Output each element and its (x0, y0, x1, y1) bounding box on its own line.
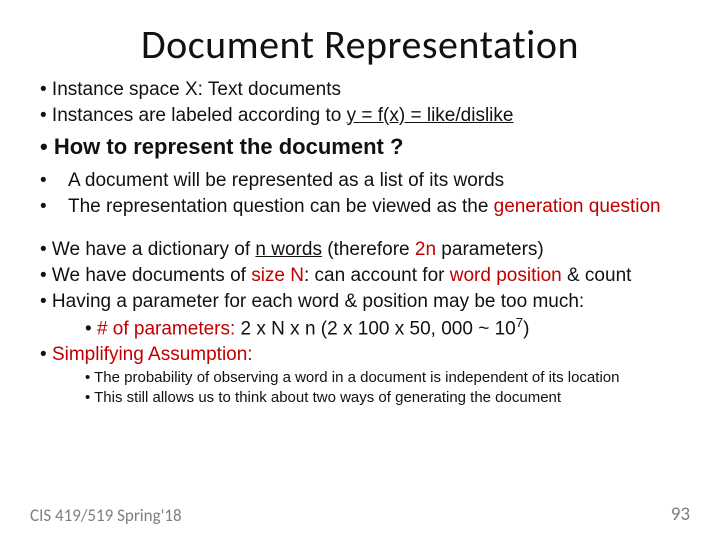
text: 2 x N x n (2 x 100 x 50, 000 ~ 10 (235, 319, 515, 340)
bullet-group-2: • A document will be represented as a li… (30, 168, 690, 219)
text: • (40, 344, 52, 365)
bullet-documents-size: • We have documents of size N: can accou… (40, 263, 690, 289)
text-red: word position (450, 265, 562, 286)
bullet-dot: • (40, 168, 68, 194)
bullet-simplifying: • Simplifying Assumption: (40, 342, 690, 368)
row: • A document will be represented as a li… (30, 168, 690, 194)
bullet-two-ways: • This still allows us to think about tw… (85, 388, 690, 408)
text: • Instances are labeled according to (40, 105, 347, 126)
text-red: Simplifying Assumption: (52, 344, 253, 365)
text-underline: y = f(x) = like/dislike (347, 105, 514, 126)
bullet-dot: • (40, 194, 68, 220)
bullet-list-of-words: A document will be represented as a list… (68, 168, 504, 194)
text: & count (562, 265, 632, 286)
text: ) (523, 319, 529, 340)
text: (therefore (322, 239, 415, 260)
bullet-num-params: • # of parameters: 2 x N x n (2 x 100 x … (85, 314, 690, 342)
bullet-instance-space: • Instance space X: Text documents (40, 77, 690, 103)
bullet-too-much: • Having a parameter for each word & pos… (40, 289, 690, 315)
text: • We have a dictionary of (40, 239, 255, 260)
bullet-dictionary: • We have a dictionary of n words (there… (40, 237, 690, 263)
bullet-independent: • The probability of observing a word in… (85, 368, 690, 388)
text: : can account for (304, 265, 450, 286)
text: • (85, 319, 97, 340)
bullet-generation: The representation question can be viewe… (68, 194, 661, 220)
text: The representation question can be viewe… (68, 196, 494, 217)
slide: Document Representation • Instance space… (0, 0, 720, 540)
row: • The representation question can be vie… (30, 194, 690, 220)
text: • We have documents of (40, 265, 251, 286)
footer-course: CIS 419/519 Spring'18 (30, 505, 182, 526)
text: parameters) (436, 239, 544, 260)
sup: 7 (516, 315, 523, 330)
text-red: generation question (494, 196, 661, 217)
text-underline: n words (255, 239, 322, 260)
bullet-labeling: • Instances are labeled according to y =… (40, 103, 690, 129)
text-red: size N (251, 265, 304, 286)
slide-title: Document Representation (30, 20, 690, 69)
text-red: 2n (415, 239, 436, 260)
bullet-group-1: • Instance space X: Text documents • Ins… (30, 77, 690, 162)
footer-page-number: 93 (671, 503, 690, 526)
text-red: # of parameters: (97, 319, 235, 340)
bullet-group-3: • We have a dictionary of n words (there… (30, 237, 690, 408)
bullet-how-represent: • How to represent the document ? (40, 132, 690, 162)
